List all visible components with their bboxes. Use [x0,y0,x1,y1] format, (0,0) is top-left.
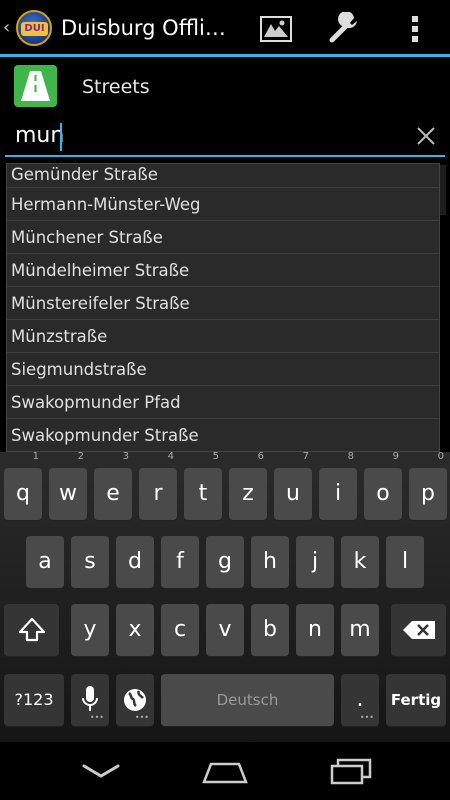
key-s[interactable]: s [71,536,109,588]
suggestion-item[interactable]: Swakopmunder Straße [7,419,439,451]
key-r[interactable]: 4r [139,452,177,520]
suggestion-item[interactable]: Münzstraße [7,320,439,353]
key-z[interactable]: 6z [229,452,267,520]
backspace-icon [402,621,435,639]
system-nav-bar [0,742,450,800]
suggestion-item[interactable]: Münstereifeler Straße [7,287,439,320]
key-more-dots: ••• [134,713,149,722]
overflow-menu-icon[interactable] [400,12,430,46]
category-row[interactable]: Streets [0,60,450,115]
wrench-icon[interactable] [326,12,362,46]
key-k[interactable]: k [341,536,379,588]
key-q[interactable]: 1q [4,452,42,520]
nav-recent-apps-icon[interactable] [328,756,374,786]
key-h[interactable]: h [251,536,289,588]
suggestion-item[interactable]: Gemünder Straße [7,164,439,188]
key-m[interactable]: m [341,604,379,656]
category-label: Streets [82,76,150,98]
key-o[interactable]: 9o [364,452,402,520]
key-p[interactable]: 0p [409,452,447,520]
suggestion-dropdown: Gemünder Straße Hermann-Münster-Weg Münc… [6,163,440,452]
key-b[interactable]: b [251,604,289,656]
key-g[interactable]: g [206,536,244,588]
key-f[interactable]: f [161,536,199,588]
map-icon[interactable] [258,12,294,46]
key-n[interactable]: n [296,604,334,656]
key-x[interactable]: x [116,604,154,656]
nav-home-icon[interactable] [201,756,249,786]
key-t[interactable]: 5t [184,452,222,520]
search-input[interactable]: mun [5,117,445,157]
space-key[interactable]: Deutsch [161,674,334,726]
key-u[interactable]: 7u [274,452,312,520]
key-l[interactable]: l [386,536,424,588]
key-y[interactable]: y [71,604,109,656]
voice-input-key[interactable]: ••• [71,674,109,726]
action-bar: ‹ DUI Duisburg Offlin... [0,0,450,57]
period-key[interactable]: . ••• [341,674,379,726]
globe-icon [124,689,146,711]
key-c[interactable]: c [161,604,199,656]
soft-keyboard: 1q 2w 3e 4r 5t 6z 7u 8i 9o 0p a s d f g … [0,452,450,742]
suggestion-item[interactable]: Swakopmunder Pfad [7,386,439,419]
key-v[interactable]: v [206,604,244,656]
shift-arrow-icon [18,617,45,642]
key-i[interactable]: 8i [319,452,357,520]
suggestion-item[interactable]: Siegmundstraße [7,353,439,386]
key-d[interactable]: d [116,536,154,588]
highway-icon [14,65,57,107]
key-w[interactable]: 2w [49,452,87,520]
microphone-icon [82,686,98,711]
nav-hide-keyboard-icon[interactable] [80,756,122,786]
suggestion-item[interactable]: Mündelheimer Straße [7,254,439,287]
search-input-value[interactable]: mun [15,123,64,148]
done-key[interactable]: Fertig [386,674,446,726]
backspace-key[interactable] [391,604,446,656]
dropdown-shadow [440,165,446,215]
shift-key[interactable] [4,604,59,656]
back-chevron-icon[interactable]: ‹ [3,17,10,38]
numbers-key[interactable]: ?123 [4,674,64,726]
clear-icon[interactable] [411,121,441,151]
key-j[interactable]: j [296,536,334,588]
app-title: Duisburg Offlin... [61,16,236,40]
app-logo-badge: DUI [21,22,48,36]
language-key[interactable]: ••• [116,674,154,726]
text-cursor [60,123,62,151]
key-more-dots: ••• [359,713,374,722]
suggestion-item[interactable]: Hermann-Münster-Weg [7,188,439,221]
app-logo-icon[interactable]: DUI [16,10,52,46]
key-a[interactable]: a [26,536,64,588]
key-e[interactable]: 3e [94,452,132,520]
key-more-dots: ••• [89,713,104,722]
suggestion-item[interactable]: Münchener Straße [7,221,439,254]
